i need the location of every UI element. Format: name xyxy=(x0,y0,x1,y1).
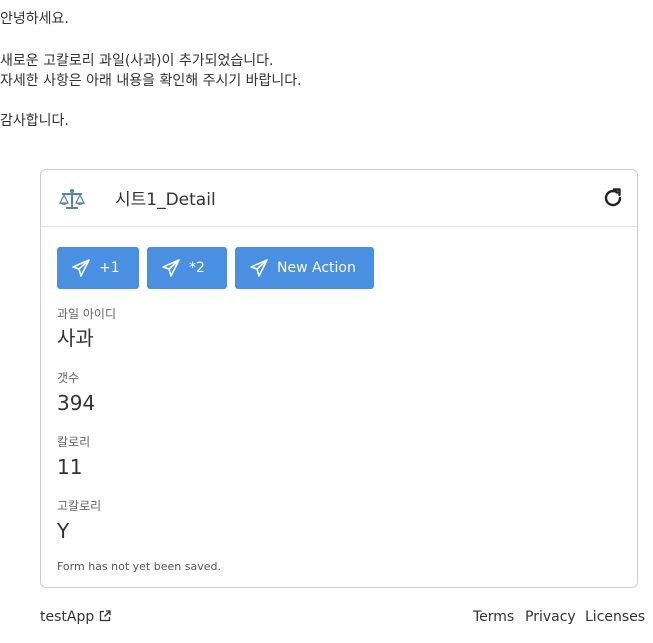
footer-link-licenses[interactable]: Licenses xyxy=(585,607,645,627)
footer-app-name: testApp xyxy=(40,609,95,625)
footer-link-privacy[interactable]: Privacy xyxy=(525,607,576,627)
send-icon xyxy=(250,259,268,277)
email-body-line-2: 자세한 사항은 아래 내용을 확인해 주시기 바랍니다. xyxy=(0,73,302,89)
action-label: +1 xyxy=(99,260,120,276)
email-body-line-1: 새로운 고칼로리 과일(사과)이 추가되었습니다. xyxy=(0,53,274,69)
card-header: 시트1_Detail xyxy=(41,170,637,227)
email-closing: 감사합니다. xyxy=(0,113,69,129)
field-label-calories: 칼로리 xyxy=(57,435,91,449)
refresh-icon[interactable] xyxy=(601,186,625,210)
action-label: *2 xyxy=(189,260,205,276)
action-button-plus-one[interactable]: +1 xyxy=(57,247,139,289)
status-note: Form has not yet been saved. xyxy=(57,560,221,573)
action-label: New Action xyxy=(277,260,356,276)
footer-link-terms[interactable]: Terms xyxy=(473,607,514,627)
email-greeting: 안녕하세요. xyxy=(0,11,69,27)
send-icon xyxy=(162,259,180,277)
card-title: 시트1_Detail xyxy=(115,190,216,210)
field-value-high-calorie: Y xyxy=(57,519,70,543)
scale-icon xyxy=(59,189,85,209)
field-value-count: 394 xyxy=(57,391,96,415)
field-label-count: 갯수 xyxy=(57,371,80,385)
send-icon xyxy=(72,259,90,277)
action-button-times-two[interactable]: *2 xyxy=(147,247,227,289)
field-value-calories: 11 xyxy=(57,455,83,479)
footer-app-link[interactable]: testApp xyxy=(40,607,111,627)
field-label-high-calorie: 고칼로리 xyxy=(57,499,102,513)
field-value-fruit-id: 사과 xyxy=(57,326,94,350)
detail-card: 시트1_Detail +1 *2 New Action 과일 아이디 사과 갯수… xyxy=(40,169,638,588)
external-link-icon xyxy=(100,610,111,622)
action-button-new-action[interactable]: New Action xyxy=(235,247,374,289)
field-label-fruit-id: 과일 아이디 xyxy=(57,307,117,321)
